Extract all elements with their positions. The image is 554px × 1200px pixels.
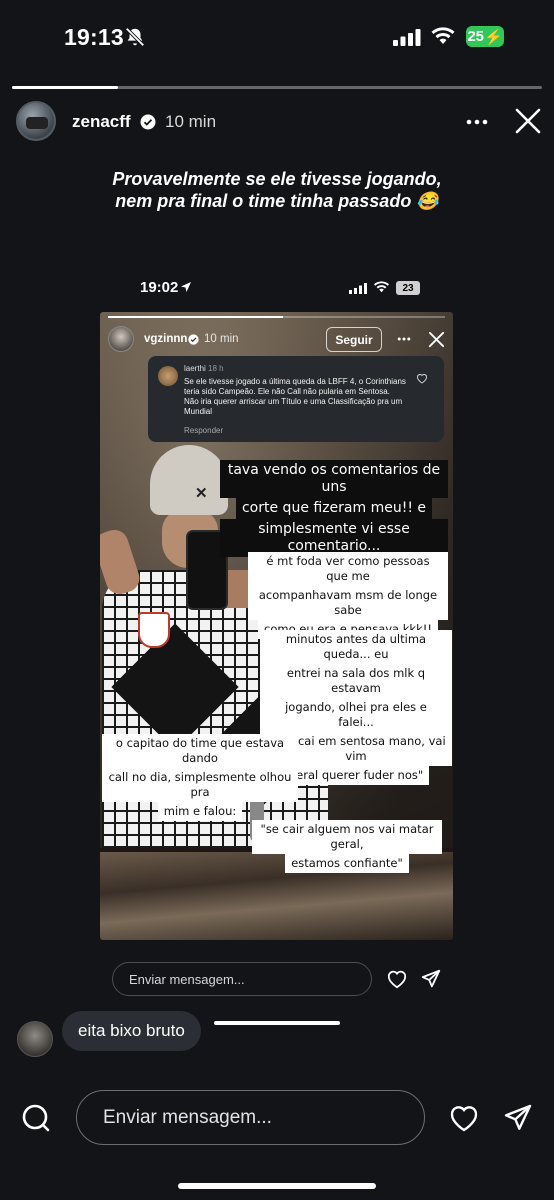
battery-level: 25	[467, 28, 484, 45]
story-caption: Provavelmente se ele tivesse jogando, ne…	[112, 169, 442, 211]
comment-reply-link[interactable]: Responder	[184, 426, 223, 435]
photo-beanie	[150, 445, 228, 515]
inner-status-time: 19:02	[140, 279, 179, 296]
comment-text: Se ele tivesse jogado a última queda da …	[184, 377, 406, 416]
inner-message-input[interactable]: Enviar mensagem...	[112, 962, 372, 996]
comment-username: laerthi	[184, 364, 206, 373]
inner-home-indicator	[214, 1021, 340, 1025]
inner-verified-badge-icon	[188, 334, 199, 345]
comment-header: laerthi 18 h	[184, 364, 224, 373]
photo-beanie-logo: ✕	[195, 484, 208, 502]
photo-crest	[138, 612, 170, 648]
like-heart-icon[interactable]	[448, 1103, 480, 1133]
text-sticker-4: o capitao do time que estava dando call …	[102, 734, 298, 821]
sticker-line: é mt foda ver como pessoas que me	[248, 552, 448, 586]
story-progress	[12, 86, 542, 89]
charging-icon: ⚡	[484, 28, 503, 46]
home-indicator	[178, 1183, 376, 1189]
sticker-line: acompanhavam msm de longe sabe	[248, 586, 448, 620]
story-time-ago: 10 min	[165, 112, 217, 131]
sticker-line: jogando, olhei pra eles e falei...	[260, 698, 452, 732]
comment-time: 18 h	[208, 364, 224, 373]
story-progress-fill	[12, 86, 118, 89]
wifi-icon	[431, 27, 455, 44]
sticker-line: estamos confiante"	[285, 854, 409, 873]
sticker-line: geral querer fuder nos"	[282, 766, 430, 785]
camera-icon[interactable]	[20, 1102, 52, 1134]
story-username[interactable]: zenacff	[72, 112, 131, 132]
sticker-line: call no dia, simplesmente olhou pra	[102, 768, 298, 802]
reply-bubble: eita bixo bruto	[62, 1011, 201, 1051]
sticker-line: mim e falou:	[157, 802, 243, 821]
inner-story-time-ago: 10 min	[204, 333, 239, 345]
sticker-line: o capitao do time que estava dando	[102, 734, 298, 768]
inner-wifi-icon	[373, 281, 390, 293]
sticker-line: minutos antes da ultima queda... eu	[260, 630, 452, 664]
reply-avatar[interactable]	[17, 1021, 53, 1057]
status-time: 19:13	[64, 24, 124, 50]
inner-send-icon[interactable]	[420, 968, 442, 990]
location-arrow-icon	[181, 282, 191, 292]
sticker-line: tava vendo os comentarios de uns	[220, 460, 448, 498]
inner-close-icon[interactable]	[428, 331, 445, 348]
sticker-line: entrei na sala dos mlk q estavam	[260, 664, 452, 698]
verified-badge-icon	[140, 114, 156, 130]
inner-more-options-icon[interactable]	[396, 333, 412, 345]
mute-icon	[125, 27, 145, 47]
inner-signal-icon	[349, 283, 367, 294]
inner-story-progress-fill	[108, 316, 284, 318]
battery-indicator: 25 ⚡	[466, 26, 504, 47]
text-sticker-2: é mt foda ver como pessoas que me acompa…	[248, 552, 448, 639]
sticker-line: "se cair alguem nos vai matar geral,	[252, 820, 442, 854]
inner-battery-indicator: 23	[396, 281, 420, 295]
story-media[interactable]: ✕ vgzinnn 10 min Seguir laerthi 18 h Se …	[100, 312, 453, 940]
text-sticker-1: tava vendo os comentarios de uns corte q…	[220, 460, 448, 557]
more-options-icon[interactable]	[464, 112, 490, 132]
status-bar: 19:13 25 ⚡	[0, 0, 554, 78]
story-avatar[interactable]	[16, 101, 56, 141]
inner-story-username[interactable]: vgzinnn	[144, 333, 187, 345]
text-sticker-5: "se cair alguem nos vai matar geral, est…	[252, 820, 442, 873]
sticker-line: corte que fizeram meu!! e	[235, 498, 432, 519]
signal-icon	[393, 29, 421, 46]
comment-like-heart-icon[interactable]	[416, 373, 428, 384]
message-input[interactable]: Enviar mensagem...	[76, 1090, 425, 1145]
send-icon[interactable]	[502, 1102, 534, 1134]
inner-story-progress	[108, 316, 445, 318]
inner-story-avatar[interactable]	[108, 326, 134, 352]
inner-like-heart-icon[interactable]	[386, 969, 408, 989]
follow-button[interactable]: Seguir	[326, 327, 382, 352]
comment-avatar	[158, 366, 178, 386]
close-icon[interactable]	[514, 107, 542, 135]
comment-reply-card: laerthi 18 h Se ele tivesse jogado a últ…	[148, 356, 444, 442]
